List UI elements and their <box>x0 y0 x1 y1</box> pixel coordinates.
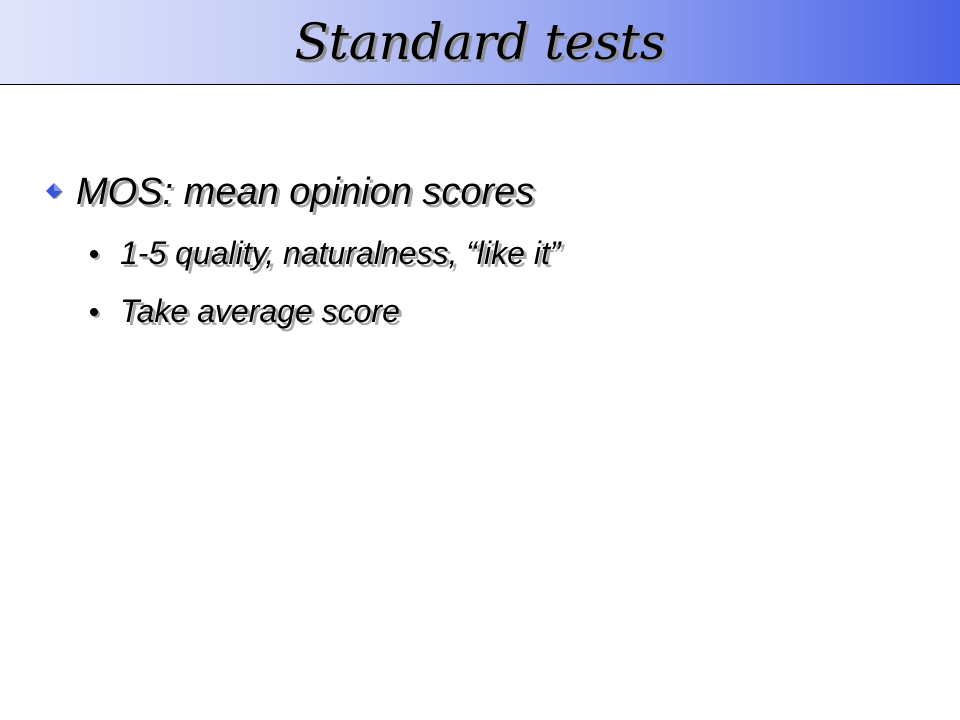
bullet-text: MOS: mean opinion scores <box>76 171 535 213</box>
sub-bullet-text: 1-5 quality, naturalness, “like it” <box>120 235 561 271</box>
sub-bullet-item: Take average score <box>40 282 920 340</box>
slide: Standard tests MOS: mean opinion scores … <box>0 0 960 720</box>
slide-content: MOS: mean opinion scores 1-5 quality, na… <box>40 164 920 340</box>
slide-title: Standard tests <box>294 13 666 71</box>
sub-bullet-text: Take average score <box>120 293 400 329</box>
dot-bullet-icon <box>90 250 98 258</box>
dot-bullet-icon <box>90 308 98 316</box>
title-bar: Standard tests <box>0 0 960 85</box>
bullet-item: MOS: mean opinion scores <box>40 164 920 220</box>
sub-bullet-item: 1-5 quality, naturalness, “like it” <box>40 224 920 282</box>
sub-bullet-list: 1-5 quality, naturalness, “like it” Take… <box>40 224 920 340</box>
diamond-bullet-icon <box>46 183 63 199</box>
